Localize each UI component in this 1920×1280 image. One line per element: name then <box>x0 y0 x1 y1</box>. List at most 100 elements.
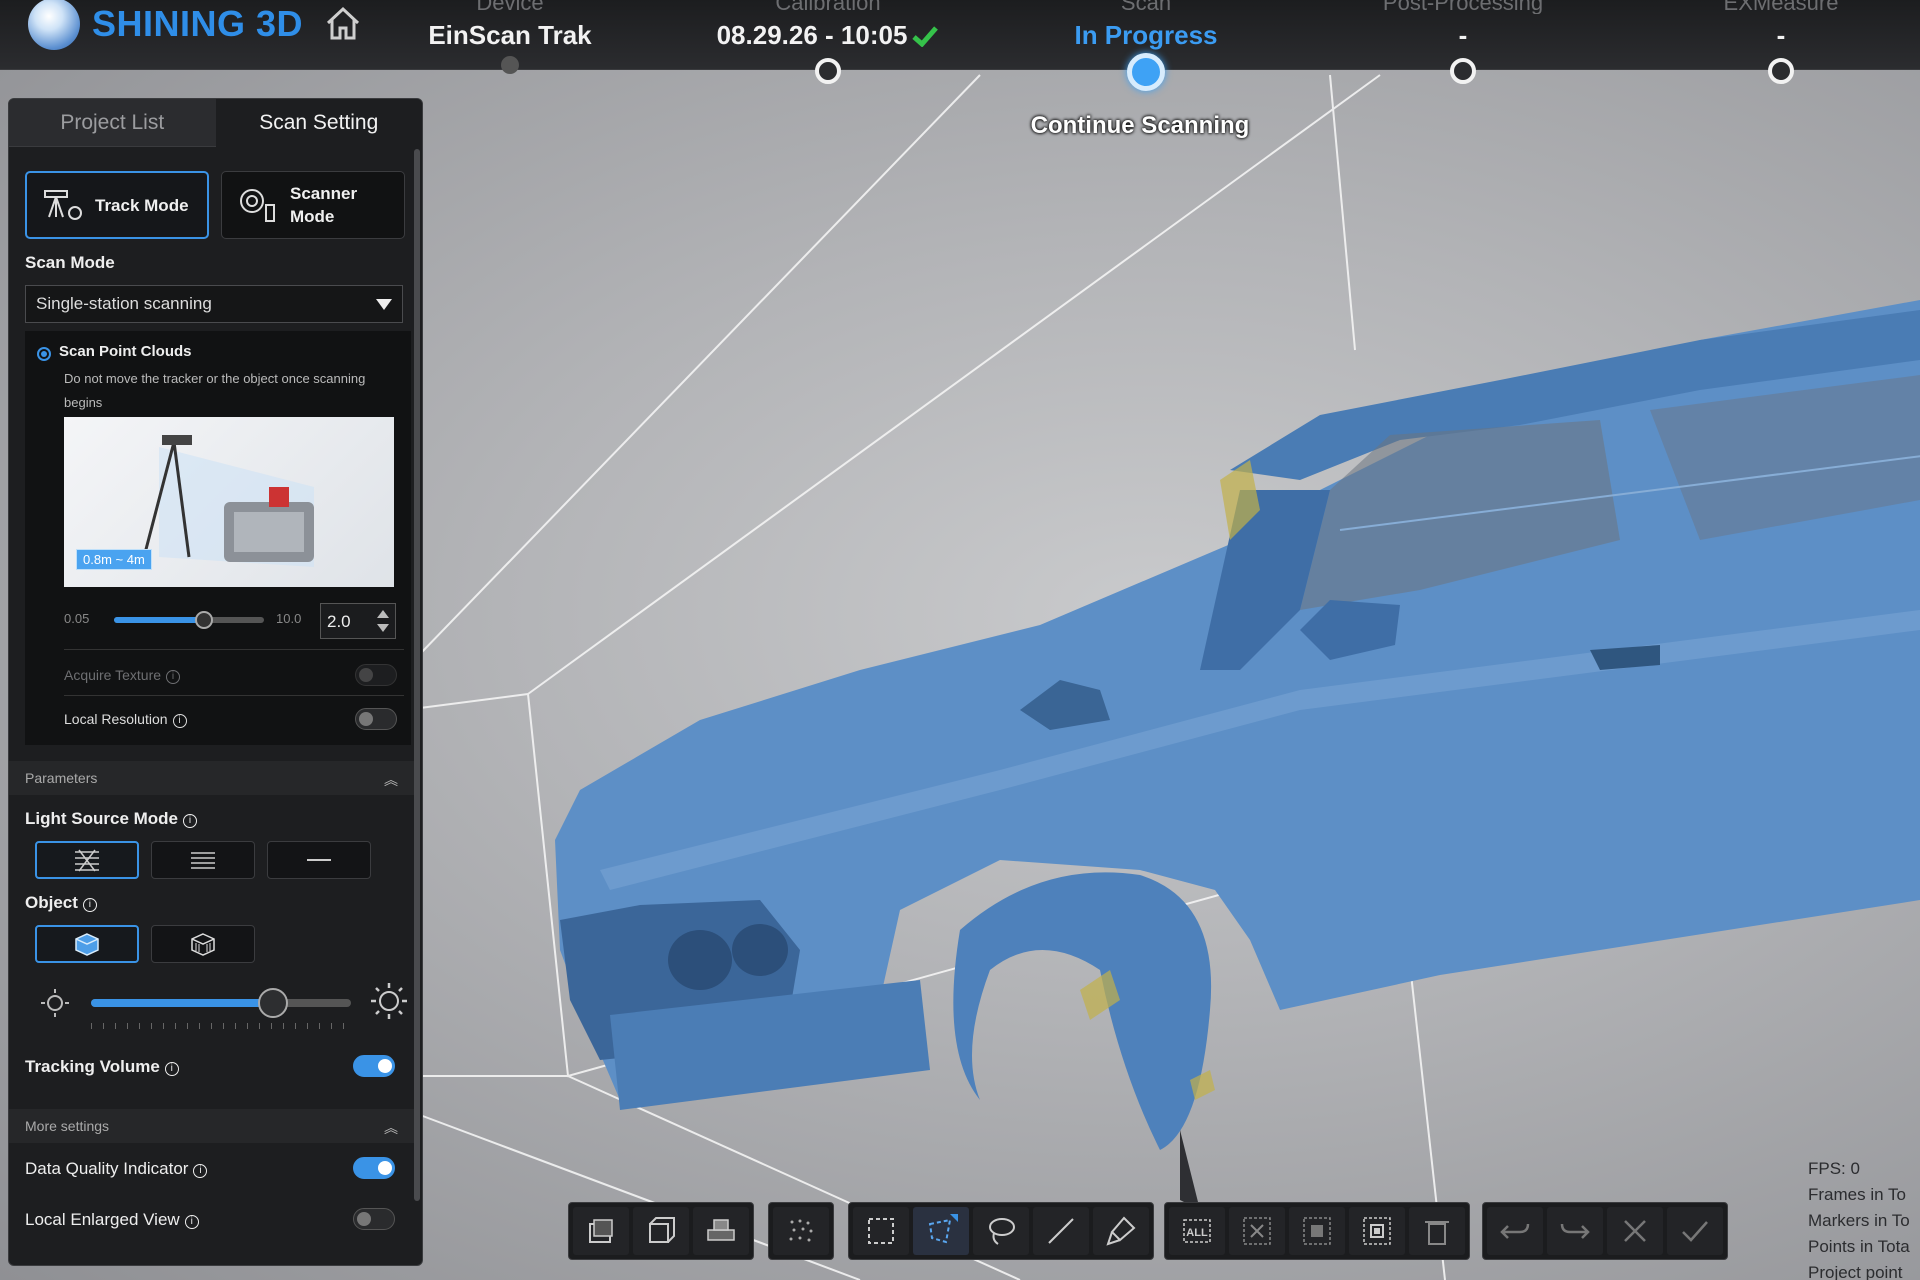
slider-track[interactable] <box>114 611 264 629</box>
acquire-texture-toggle[interactable] <box>355 664 397 686</box>
dots-icon <box>789 1219 813 1242</box>
rectangle-select-icon <box>868 1218 894 1244</box>
data-quality-indicator-toggle[interactable] <box>353 1157 395 1179</box>
point-display-tools <box>768 1202 834 1260</box>
chevron-up-icon[interactable]: ︽ <box>384 770 398 790</box>
spin-down-icon[interactable] <box>377 624 389 632</box>
track-mode-button[interactable]: Track Mode <box>25 171 209 239</box>
step-exmeasure-node[interactable] <box>1768 58 1794 84</box>
step-device-title: Device <box>476 0 544 14</box>
undo-button[interactable] <box>1487 1207 1543 1255</box>
invert-select-button[interactable] <box>1289 1207 1345 1255</box>
perspective-view-button[interactable] <box>633 1207 689 1255</box>
more-settings-section-title: More settings <box>25 1118 110 1134</box>
point-cloud-display-button[interactable] <box>773 1207 829 1255</box>
info-icon[interactable]: i <box>184 1215 199 1229</box>
scanner-mode-label: Scanner Mode <box>290 184 358 226</box>
scan-mode-select[interactable]: Single-station scanning <box>25 285 403 323</box>
light-single-line-button[interactable] <box>267 841 371 879</box>
point-distance-slider[interactable]: 0.05 10.0 2.0 <box>64 603 404 639</box>
step-device: Device EinScan Trak <box>360 0 660 51</box>
data-quality-indicator-label: Data Quality Indicator <box>25 1159 189 1178</box>
spin-up-icon[interactable] <box>377 610 389 618</box>
marker-cube-icon <box>191 933 215 956</box>
step-post-processing-node[interactable] <box>1450 58 1476 84</box>
info-icon[interactable]: i <box>82 898 97 912</box>
step-scan-value: In Progress <box>1074 20 1218 50</box>
deselect-icon <box>1243 1217 1271 1245</box>
rectangle-select-button[interactable] <box>853 1207 909 1255</box>
more-settings-section-header[interactable]: More settings ︽ <box>9 1109 414 1143</box>
stat-markers: Markers in To <box>1808 1211 1910 1230</box>
select-all-icon: ALL <box>1183 1219 1211 1243</box>
slider-knob[interactable] <box>195 611 213 629</box>
step-calibration-value: 08.29.26 - 10:05 <box>678 20 978 51</box>
brightness-high-icon <box>371 983 407 1019</box>
step-scan-title: Scan <box>1120 0 1172 14</box>
scanner-mode-button[interactable]: Scanner Mode <box>221 171 405 239</box>
brightness-slider[interactable] <box>25 979 415 1039</box>
home-icon[interactable] <box>323 4 363 44</box>
tracking-volume-label: Tracking Volume <box>25 1057 160 1076</box>
confirm-button[interactable] <box>1667 1207 1723 1255</box>
step-calibration-node[interactable] <box>815 58 841 84</box>
chevron-up-icon[interactable]: ︽ <box>384 1118 398 1138</box>
point-distance-spinbox[interactable]: 2.0 <box>320 603 396 639</box>
parallel-lines-icon <box>191 852 215 869</box>
object-label: Object <box>25 893 78 912</box>
cancel-button[interactable] <box>1607 1207 1663 1255</box>
delete-selection-button[interactable] <box>1409 1207 1465 1255</box>
brightness-track[interactable] <box>91 988 351 1018</box>
panel-scrollbar[interactable] <box>414 149 420 1201</box>
select-all-button[interactable]: ALL <box>1169 1207 1225 1255</box>
scanner-view-button[interactable] <box>693 1207 749 1255</box>
scan-preview-image: 0.8m ~ 4m <box>64 417 394 587</box>
orthographic-view-button[interactable] <box>573 1207 629 1255</box>
info-icon[interactable]: i <box>166 670 181 684</box>
light-parallel-lines-button[interactable] <box>151 841 255 879</box>
check-icon <box>1682 1221 1708 1242</box>
continue-scanning-label[interactable]: Continue Scanning <box>1010 112 1270 140</box>
cube-outline-icon <box>649 1217 675 1243</box>
object-solid-button[interactable] <box>35 925 139 963</box>
polygon-select-button[interactable] <box>913 1207 969 1255</box>
redo-button[interactable] <box>1547 1207 1603 1255</box>
panel-tabs: Project List Scan Setting <box>9 99 422 147</box>
scan-point-clouds-radio[interactable] <box>37 347 51 361</box>
connected-select-icon <box>1363 1217 1391 1245</box>
local-enlarged-view-toggle[interactable] <box>353 1208 395 1230</box>
step-calibration-title: Calibration <box>775 0 881 14</box>
track-mode-label: Track Mode <box>95 195 189 215</box>
info-icon[interactable]: i <box>172 714 187 728</box>
info-icon[interactable]: i <box>193 1164 208 1178</box>
stat-frames: Frames in To <box>1808 1185 1906 1204</box>
chevron-down-icon <box>376 299 392 310</box>
info-icon[interactable]: i <box>164 1062 179 1076</box>
deselect-button[interactable] <box>1229 1207 1285 1255</box>
undo-icon <box>1500 1223 1530 1239</box>
parameters-section-header[interactable]: Parameters ︽ <box>9 761 414 795</box>
light-source-mode-label: Light Source Mode <box>25 809 178 828</box>
brush-select-button[interactable] <box>1093 1207 1149 1255</box>
line-select-button[interactable] <box>1033 1207 1089 1255</box>
step-exmeasure-value: - <box>1776 20 1786 50</box>
divider <box>64 649 404 650</box>
brightness-knob[interactable] <box>258 988 288 1018</box>
tracking-volume-toggle[interactable] <box>353 1055 395 1077</box>
step-scan-node[interactable] <box>1127 53 1165 91</box>
info-icon[interactable]: i <box>183 814 197 828</box>
brand-name: SHINING 3D <box>92 3 304 44</box>
connected-select-button[interactable] <box>1349 1207 1405 1255</box>
tab-project-list[interactable]: Project List <box>9 99 216 147</box>
light-cross-lines-button[interactable] <box>35 841 139 879</box>
stat-points: Points in Tota <box>1808 1237 1910 1256</box>
object-marker-button[interactable] <box>151 925 255 963</box>
shining3d-logo-icon <box>28 0 80 50</box>
lasso-select-button[interactable] <box>973 1207 1029 1255</box>
lasso-icon <box>989 1218 1015 1245</box>
object-row: Object i <box>25 893 97 913</box>
history-tools <box>1482 1202 1728 1260</box>
local-resolution-toggle[interactable] <box>355 708 397 730</box>
step-device-node[interactable] <box>501 56 519 74</box>
tab-scan-setting[interactable]: Scan Setting <box>215 99 422 147</box>
